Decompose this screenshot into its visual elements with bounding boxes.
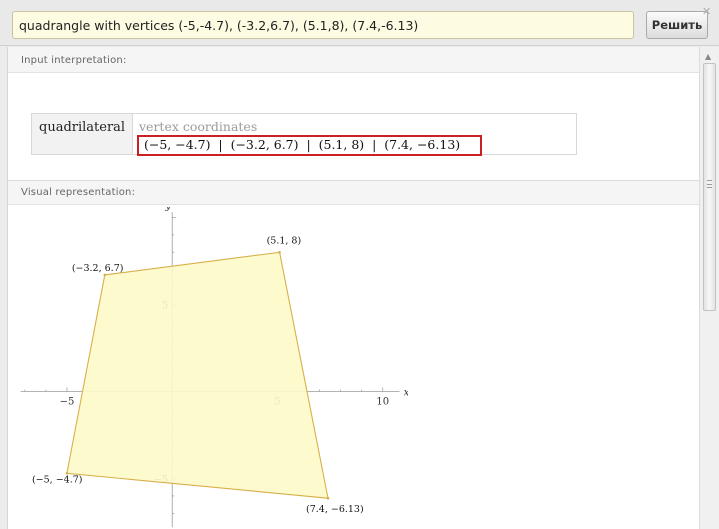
quadrilateral-plot: −55105−5xy(−5, −4.7)(−3.2, 6.7)(5.1, 8)(… [20,207,408,528]
vertex-label: (−3.2, 6.7) [72,263,124,274]
vertical-scrollbar[interactable]: ▲ [699,47,719,529]
vertex-point [326,496,330,500]
vertex-label: (5.1, 8) [267,235,302,246]
interpretation-label: quadrilateral [32,114,133,154]
query-input[interactable] [12,11,634,39]
scroll-up-arrow-icon[interactable]: ▲ [705,52,711,61]
scroll-thumb[interactable] [703,63,716,311]
vertex-values: (−5, −4.7) | (−3.2, 6.7) | (5.1, 8) | (7… [144,137,461,152]
visual-representation-title: Visual representation: [21,187,136,198]
interpretation-table: quadrilateral vertex coordinates (−5, −4… [31,113,577,156]
input-interpretation-header: Input interpretation: [8,47,699,73]
solve-button[interactable]: Решить [646,11,708,39]
quadrilateral-shape [66,251,329,499]
input-interpretation-title: Input interpretation: [21,55,127,66]
vertex-label: (7.4, −6.13) [306,504,364,515]
vertex-point [103,273,107,277]
vertex-coordinates-label: vertex coordinates [139,119,258,134]
vertex-label: (−5, −4.7) [32,474,83,485]
scroll-grip-icon [707,180,712,188]
x-tick-label: 10 [376,396,389,407]
x-tick-label: −5 [60,396,75,407]
close-icon[interactable]: ✕ [702,6,711,17]
vertex-point [278,250,281,254]
results-panel: Input interpretation: quadrilateral vert… [7,47,699,529]
visual-representation-header: Visual representation: [8,181,699,205]
query-bar: Решить ✕ [0,0,719,46]
y-axis-label: y [164,207,171,212]
x-axis-label: x [404,387,408,398]
